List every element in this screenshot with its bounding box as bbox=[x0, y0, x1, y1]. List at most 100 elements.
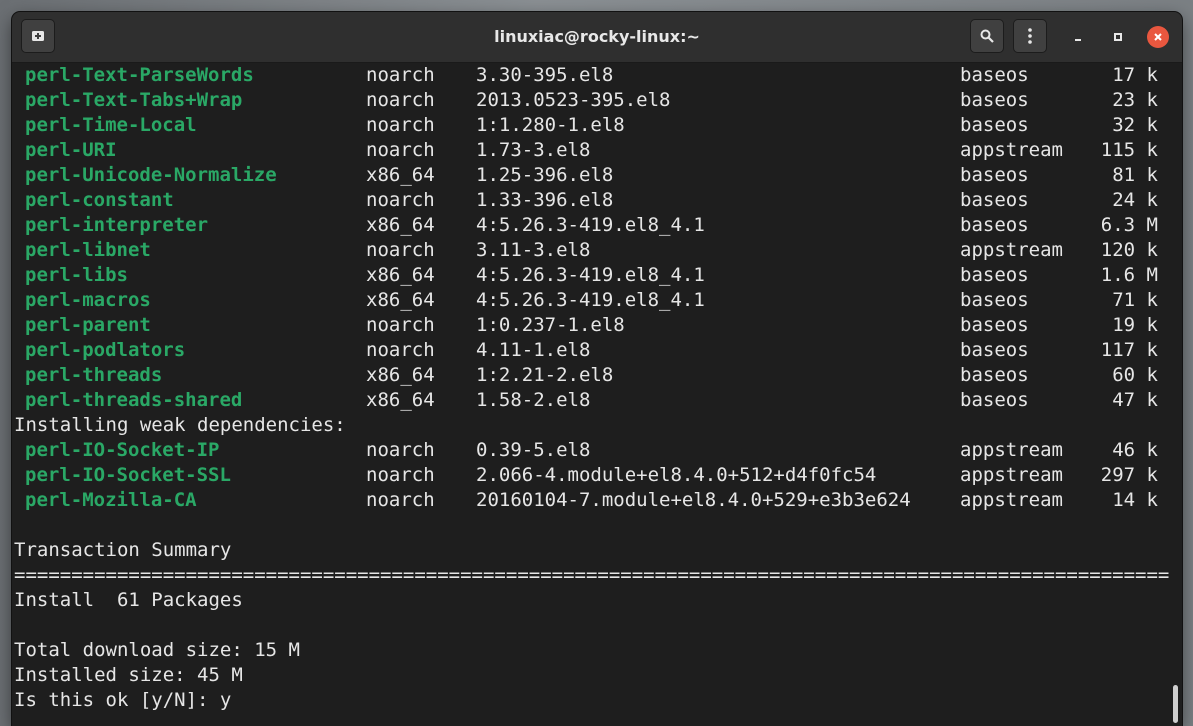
package-name: perl-constant bbox=[25, 189, 174, 211]
package-arch: noarch bbox=[366, 464, 435, 486]
close-icon bbox=[1154, 33, 1162, 41]
package-arch: x86_64 bbox=[366, 214, 435, 236]
minimize-icon bbox=[1075, 39, 1081, 41]
package-size: 60 k bbox=[1112, 364, 1158, 386]
package-version: 3.11-3.el8 bbox=[476, 239, 591, 261]
package-arch: noarch bbox=[366, 239, 435, 261]
maximize-button[interactable] bbox=[1107, 26, 1129, 48]
package-version: 3.30-395.el8 bbox=[476, 64, 614, 86]
package-name: perl-libnet bbox=[25, 239, 151, 261]
title-bar[interactable]: linuxiac@rocky-linux:~ bbox=[12, 12, 1182, 63]
package-version: 4:5.26.3-419.el8_4.1 bbox=[476, 289, 705, 311]
package-row: perl-Time-Local noarch 1:1.280-1.el8 baseos… bbox=[14, 113, 1169, 138]
package-repo: appstream bbox=[960, 139, 1063, 161]
package-name: perl-threads-shared bbox=[25, 389, 243, 411]
search-icon bbox=[980, 29, 994, 43]
close-button[interactable] bbox=[1147, 26, 1169, 48]
package-row: perl-constant noarch 1.33-396.el8 baseos 24 … bbox=[14, 188, 1169, 213]
package-repo: baseos bbox=[960, 164, 1029, 186]
package-name: perl-macros bbox=[25, 289, 151, 311]
package-repo: baseos bbox=[960, 389, 1029, 411]
package-row: perl-IO-Socket-IP noarch 0.39-5.el8 appstre… bbox=[14, 438, 1169, 463]
package-repo: baseos bbox=[960, 214, 1029, 236]
installed-size: Installed size: 45 M bbox=[14, 664, 243, 686]
install-count: Install 61 Packages bbox=[14, 589, 243, 611]
package-name: perl-podlators bbox=[25, 339, 186, 361]
package-size: 81 k bbox=[1112, 164, 1158, 186]
package-version: 2013.0523-395.el8 bbox=[476, 89, 671, 111]
package-repo: appstream bbox=[960, 239, 1063, 261]
package-name: perl-threads bbox=[25, 364, 163, 386]
package-row: perl-Mozilla-CA noarch 20160104-7.module+e… bbox=[14, 488, 1169, 513]
kebab-menu-icon bbox=[1028, 28, 1032, 44]
scrollbar[interactable] bbox=[1170, 63, 1178, 726]
package-size: 23 k bbox=[1112, 89, 1158, 111]
package-version: 4.11-1.el8 bbox=[476, 339, 591, 361]
package-size: 14 k bbox=[1112, 489, 1158, 511]
package-size: 17 k bbox=[1112, 64, 1158, 86]
package-repo: appstream bbox=[960, 439, 1063, 461]
download-size: Total download size: 15 M bbox=[14, 639, 300, 661]
package-arch: noarch bbox=[366, 139, 435, 161]
package-size: 117 k bbox=[1100, 339, 1158, 361]
package-version: 1.25-396.el8 bbox=[476, 164, 614, 186]
search-button[interactable] bbox=[970, 19, 1004, 53]
package-row: perl-libnet noarch 3.11-3.el8 appstream 120 … bbox=[14, 238, 1169, 263]
package-version: 1.58-2.el8 bbox=[476, 389, 591, 411]
package-arch: x86_64 bbox=[366, 289, 435, 311]
package-arch: x86_64 bbox=[366, 389, 435, 411]
package-row: perl-Text-ParseWords noarch 3.30-395.el8 ba… bbox=[14, 63, 1169, 88]
package-size: 1.6 M bbox=[1100, 264, 1158, 286]
package-row: perl-Text-Tabs+Wrap noarch 2013.0523-395.e… bbox=[14, 88, 1169, 113]
package-repo: baseos bbox=[960, 189, 1029, 211]
package-arch: noarch bbox=[366, 64, 435, 86]
package-name: perl-Unicode-Normalize bbox=[25, 164, 277, 186]
package-size: 19 k bbox=[1112, 314, 1158, 336]
package-version: 1.33-396.el8 bbox=[476, 189, 614, 211]
package-name: perl-IO-Socket-IP bbox=[25, 439, 220, 461]
package-name: perl-libs bbox=[25, 264, 128, 286]
package-repo: appstream bbox=[960, 464, 1063, 486]
package-row: perl-libs x86_64 4:5.26.3-419.el8_4.1 baseo… bbox=[14, 263, 1169, 288]
package-repo: appstream bbox=[960, 489, 1063, 511]
package-repo: baseos bbox=[960, 289, 1029, 311]
package-name: perl-Text-ParseWords bbox=[25, 64, 254, 86]
package-name: perl-URI bbox=[25, 139, 117, 161]
package-row: perl-macros x86_64 4:5.26.3-419.el8_4.1 bas… bbox=[14, 288, 1169, 313]
package-name: perl-interpreter bbox=[25, 214, 209, 236]
package-arch: noarch bbox=[366, 489, 435, 511]
package-size: 297 k bbox=[1100, 464, 1158, 486]
confirm-prompt[interactable]: Is this ok [y/N]: y bbox=[14, 688, 1169, 713]
menu-button[interactable] bbox=[1013, 19, 1047, 53]
scrollbar-thumb[interactable] bbox=[1173, 685, 1178, 723]
package-version: 2.066-4.module+el8.4.0+512+d4f0fc54 bbox=[476, 464, 877, 486]
package-size: 6.3 M bbox=[1100, 214, 1158, 236]
package-size: 46 k bbox=[1112, 439, 1158, 461]
package-row: perl-threads x86_64 1:2.21-2.el8 baseos 60 k bbox=[14, 363, 1169, 388]
package-arch: noarch bbox=[366, 189, 435, 211]
package-arch: x86_64 bbox=[366, 164, 435, 186]
package-size: 32 k bbox=[1112, 114, 1158, 136]
package-repo: baseos bbox=[960, 364, 1029, 386]
package-version: 20160104-7.module+el8.4.0+529+e3b3e624 bbox=[476, 489, 911, 511]
package-size: 71 k bbox=[1112, 289, 1158, 311]
maximize-icon bbox=[1114, 33, 1122, 41]
transaction-summary-title: Transaction Summary bbox=[14, 539, 232, 561]
package-name: perl-Time-Local bbox=[25, 114, 197, 136]
weak-dependencies-header: Installing weak dependencies: bbox=[14, 414, 346, 436]
package-arch: noarch bbox=[366, 339, 435, 361]
terminal-output[interactable]: perl-Text-ParseWords noarch 3.30-395.el8 ba… bbox=[14, 63, 1169, 726]
package-row: perl-threads-shared x86_64 1.58-2.el8 baseo… bbox=[14, 388, 1169, 413]
package-repo: baseos bbox=[960, 264, 1029, 286]
package-version: 4:5.26.3-419.el8_4.1 bbox=[476, 264, 705, 286]
minimize-button[interactable] bbox=[1067, 26, 1089, 48]
package-version: 0.39-5.el8 bbox=[476, 439, 591, 461]
package-version: 1:0.237-1.el8 bbox=[476, 314, 625, 336]
summary-separator: ========================================… bbox=[14, 564, 1169, 586]
package-version: 1.73-3.el8 bbox=[476, 139, 591, 161]
package-name: perl-Text-Tabs+Wrap bbox=[25, 89, 243, 111]
package-repo: baseos bbox=[960, 114, 1029, 136]
package-arch: x86_64 bbox=[366, 264, 435, 286]
package-name: perl-IO-Socket-SSL bbox=[25, 464, 231, 486]
package-version: 1:1.280-1.el8 bbox=[476, 114, 625, 136]
